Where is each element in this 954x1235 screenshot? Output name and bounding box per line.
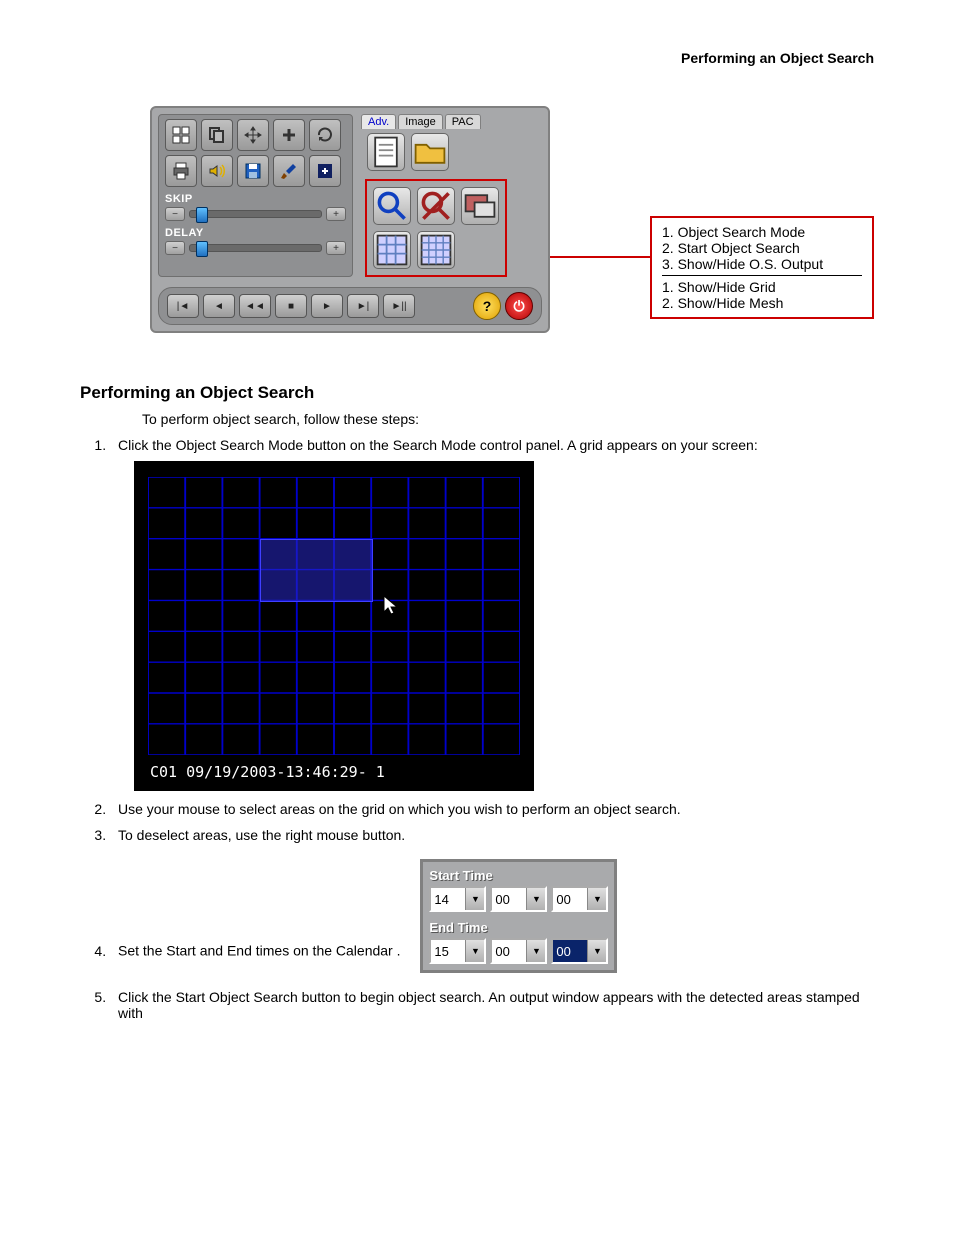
start-time-label: Start Time	[429, 868, 608, 883]
section-intro: To perform object search, follow these s…	[142, 411, 874, 427]
move-icon[interactable]	[237, 119, 269, 151]
step-item: Click the Start Object Search button to …	[110, 989, 874, 1021]
step-item: Set the Start and End times on the Calen…	[110, 853, 874, 979]
first-icon[interactable]: |◄	[167, 294, 199, 318]
step-item: To deselect areas, use the right mouse b…	[110, 827, 874, 843]
sound-icon[interactable]	[201, 155, 233, 187]
stop-icon[interactable]: ■	[275, 294, 307, 318]
step-text: Set the Start and End times on the Calen…	[118, 943, 401, 959]
end-hour-select[interactable]: 15▼	[429, 938, 486, 964]
step-item: Use your mouse to select areas on the gr…	[110, 801, 874, 817]
page-header-title: Performing an Object Search	[80, 50, 874, 66]
callout-line: 2. Show/Hide Mesh	[662, 295, 862, 311]
chevron-down-icon[interactable]: ▼	[587, 888, 606, 910]
minus-icon[interactable]: −	[165, 207, 185, 221]
step-text: Click the Object Search Mode button on t…	[118, 437, 758, 453]
help-icon[interactable]: ?	[473, 292, 501, 320]
callout-line: 2. Start Object Search	[662, 240, 862, 256]
step-text: To deselect areas, use the right mouse b…	[118, 827, 405, 843]
panel-left-group: SKIP − + DELAY − +	[158, 114, 353, 277]
control-panel-figure: SKIP − + DELAY − + Adv.	[150, 106, 874, 333]
step-item: Click the Object Search Mode button on t…	[110, 437, 874, 791]
step-text: Click the Start Object Search button to …	[118, 989, 860, 1021]
callout-line: 1. Object Search Mode	[662, 224, 862, 240]
add-icon[interactable]	[273, 119, 305, 151]
print-icon[interactable]	[165, 155, 197, 187]
copy-icon[interactable]	[201, 119, 233, 151]
prev-icon[interactable]: ◄	[203, 294, 235, 318]
refresh-icon[interactable]	[309, 119, 341, 151]
grid-timestamp: C01 09/19/2003-13:46:29- 1	[150, 763, 385, 781]
panel-right-group: Adv. Image PAC	[359, 114, 542, 277]
cursor-icon	[382, 594, 400, 622]
callout-line: 3. Show/Hide O.S. Output	[662, 256, 862, 272]
chevron-down-icon[interactable]: ▼	[465, 888, 484, 910]
callout-line: 1. Show/Hide Grid	[662, 279, 862, 295]
last-icon[interactable]: ►||	[383, 294, 415, 318]
plus-icon[interactable]: +	[326, 241, 346, 255]
folder-icon[interactable]	[411, 133, 449, 171]
time-panel: Start Time 14▼ 00▼ 00▼ End Time 15▼ 00▼ …	[420, 859, 617, 973]
start-min-select[interactable]: 00▼	[490, 886, 547, 912]
plus-icon[interactable]: +	[326, 207, 346, 221]
minus-icon[interactable]: −	[165, 241, 185, 255]
show-hide-os-output-button[interactable]	[461, 187, 499, 225]
end-time-label: End Time	[429, 920, 608, 935]
brush-icon[interactable]	[273, 155, 305, 187]
callout-connector	[550, 256, 650, 258]
skip-slider[interactable]: − +	[165, 207, 346, 221]
chevron-down-icon[interactable]: ▼	[526, 940, 545, 962]
skip-label: SKIP	[165, 193, 346, 205]
steps-list: Click the Object Search Mode button on t…	[110, 437, 874, 1021]
chevron-down-icon[interactable]: ▼	[587, 940, 606, 962]
chevron-down-icon[interactable]: ▼	[465, 940, 484, 962]
delay-label: DELAY	[165, 227, 346, 239]
end-min-select[interactable]: 00▼	[490, 938, 547, 964]
show-hide-grid-button[interactable]	[373, 231, 411, 269]
tab-image[interactable]: Image	[398, 114, 443, 129]
end-sec-select[interactable]: 00▼	[551, 938, 608, 964]
step-text: Use your mouse to select areas on the gr…	[118, 801, 681, 817]
section-heading: Performing an Object Search	[80, 383, 874, 403]
power-icon[interactable]: ⏻	[505, 292, 533, 320]
document-icon[interactable]	[367, 133, 405, 171]
start-sec-select[interactable]: 00▼	[551, 886, 608, 912]
grid-screenshot: C01 09/19/2003-13:46:29- 1	[134, 461, 534, 791]
tab-bar: Adv. Image PAC	[359, 114, 542, 129]
chevron-down-icon[interactable]: ▼	[526, 888, 545, 910]
views-icon[interactable]	[165, 119, 197, 151]
delay-slider[interactable]: − +	[165, 241, 346, 255]
playback-bar: |◄ ◄ ◄◄ ■ ► ►| ►|| ? ⏻	[158, 287, 542, 325]
object-search-mode-button[interactable]	[373, 187, 411, 225]
start-hour-select[interactable]: 14▼	[429, 886, 486, 912]
tab-adv[interactable]: Adv.	[361, 114, 396, 129]
play-icon[interactable]: ►	[311, 294, 343, 318]
control-panel: SKIP − + DELAY − + Adv.	[150, 106, 550, 333]
callout-box: 1. Object Search Mode 2. Start Object Se…	[650, 216, 874, 319]
show-hide-mesh-button[interactable]	[417, 231, 455, 269]
search-mode-group	[365, 179, 507, 277]
save-icon[interactable]	[237, 155, 269, 187]
next-icon[interactable]: ►|	[347, 294, 379, 318]
tab-pac[interactable]: PAC	[445, 114, 481, 129]
export-icon[interactable]	[309, 155, 341, 187]
start-object-search-button[interactable]	[417, 187, 455, 225]
rewind-icon[interactable]: ◄◄	[239, 294, 271, 318]
